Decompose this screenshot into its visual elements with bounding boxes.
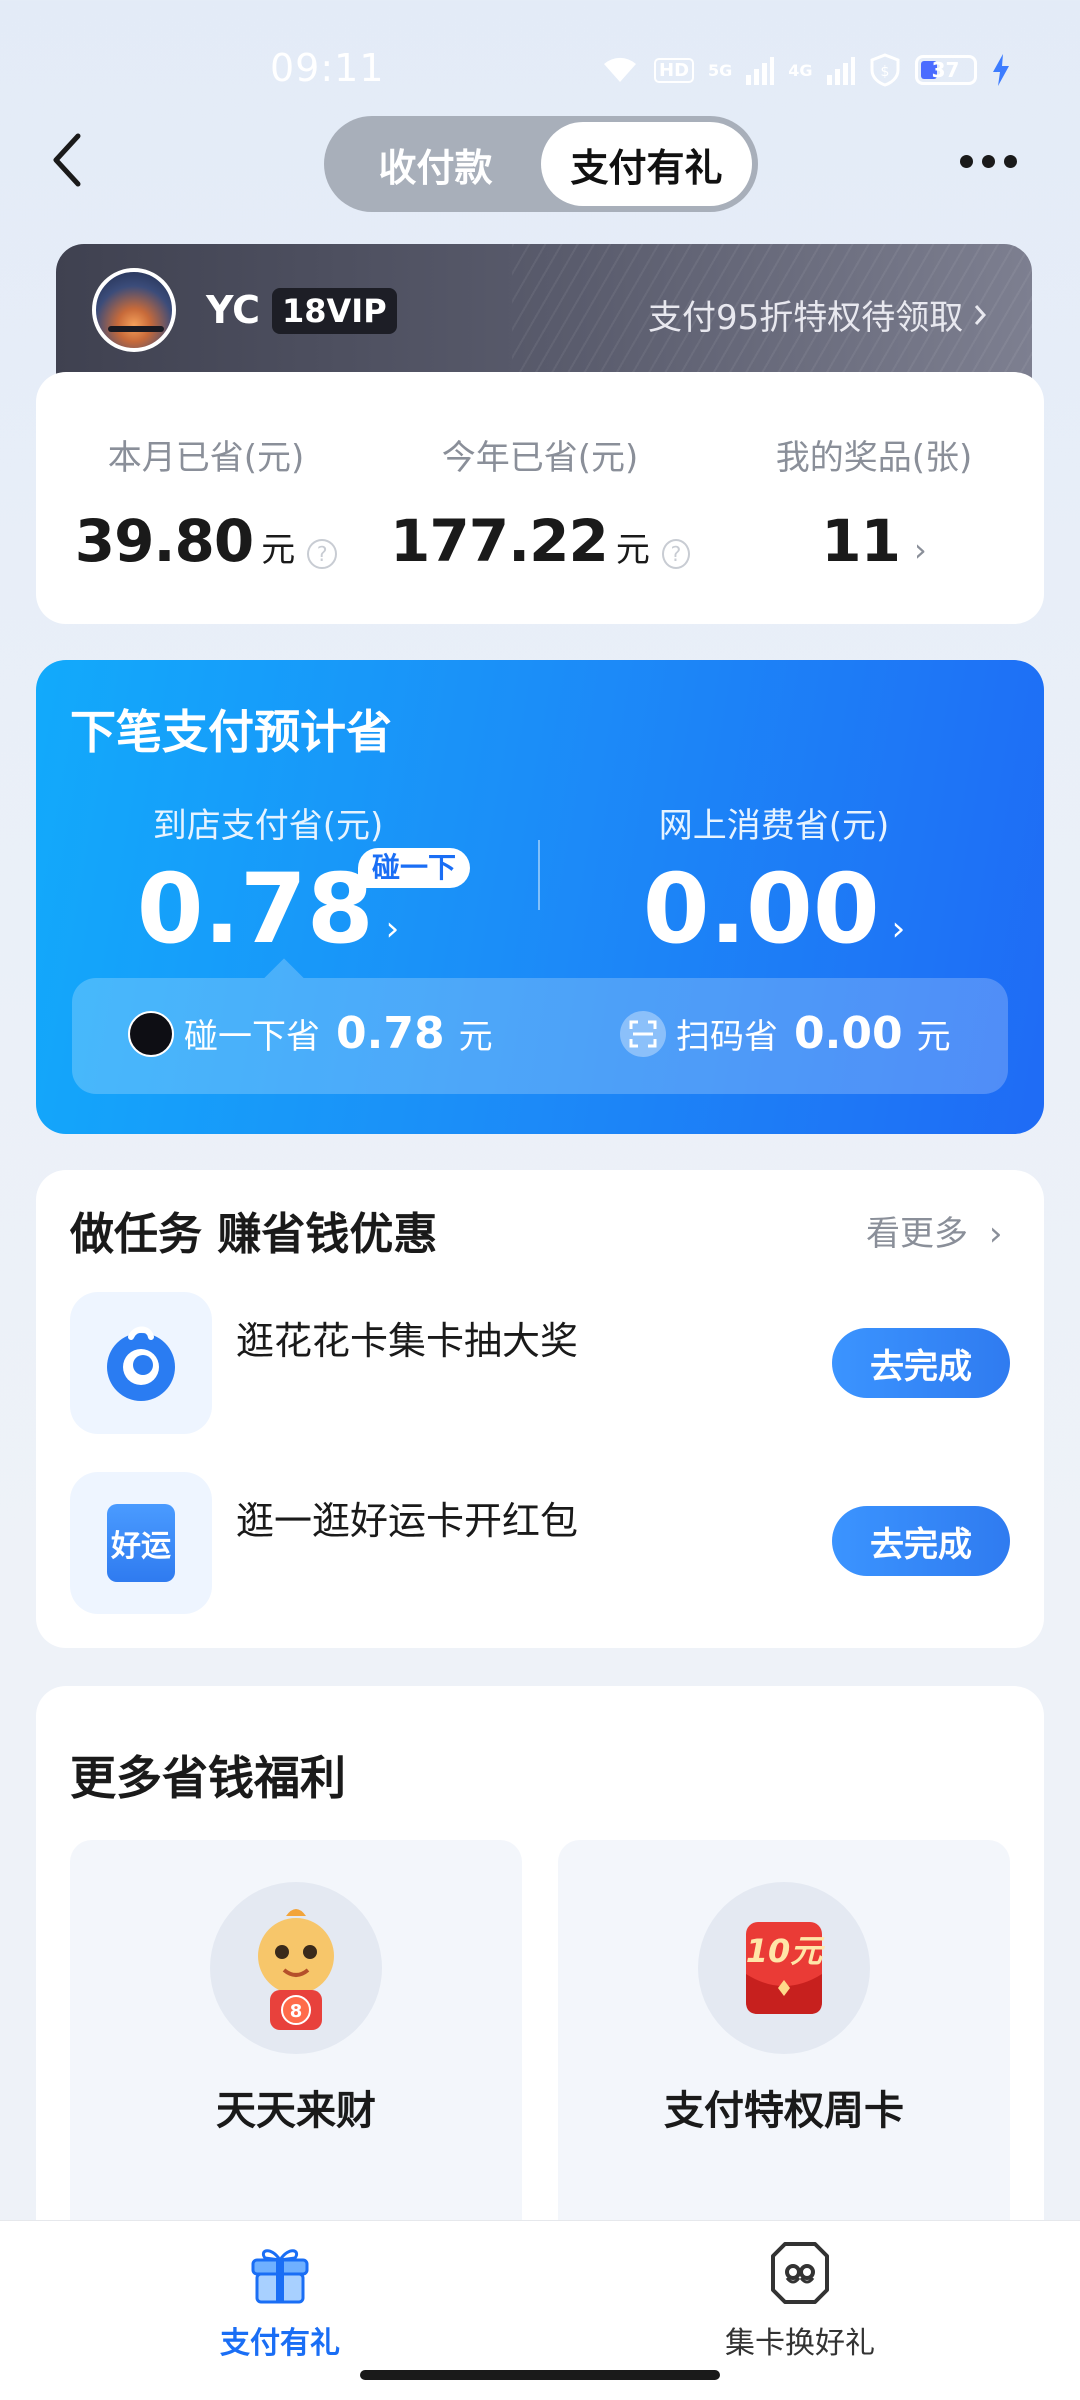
dot-icon (982, 154, 995, 168)
vip-promo-text: 支付95折特权待领取 (648, 298, 964, 338)
battery-level: 37 (931, 58, 960, 82)
tasks-title: 做任务 赚省钱优惠 (70, 1209, 438, 1260)
vip-promo-link[interactable]: 支付95折特权待领取 (648, 290, 987, 339)
tab-collect-cards[interactable]: 集卡换好礼 (650, 2238, 950, 2362)
task-name: 逛花花卡集卡抽大奖 (236, 1319, 579, 1363)
benefit-label: 天天来财 (216, 2088, 376, 2134)
home-indicator[interactable] (360, 2370, 720, 2380)
stat-value: 177.22 (390, 507, 609, 575)
stat-unit: 元 (261, 530, 296, 570)
chevron-right-icon: › (913, 531, 927, 569)
stat-my-prizes[interactable]: 我的奖品(张) 11 › (724, 430, 1024, 575)
more-options-button[interactable] (960, 146, 1024, 176)
stat-label: 今年已省(元) (441, 438, 639, 478)
chevron-right-icon: › (988, 1214, 1003, 1254)
user-name: YC (206, 288, 261, 332)
signal-4g-icon: 4G (788, 60, 813, 80)
stat-unit: 元 (615, 530, 650, 570)
signal-5g-icon: 5G (708, 60, 733, 80)
online-pay-label: 网上消费省(元) (658, 806, 890, 846)
huahua-card-icon (70, 1292, 212, 1434)
tab-label: 支付有礼 (220, 2326, 340, 2361)
benefit-label: 支付特权周卡 (664, 2088, 904, 2134)
back-arrow-icon (53, 133, 81, 187)
online-pay-value: 0.00 (642, 853, 880, 965)
svg-text:$: $ (880, 64, 889, 80)
tab-label: 集卡换好礼 (725, 2326, 875, 2361)
help-icon[interactable]: ? (661, 539, 690, 569)
nfc-tap-icon (128, 1010, 174, 1057)
vip-level-badge: 18VIP (272, 288, 397, 334)
wifi-icon (604, 57, 636, 82)
stat-value: 11 (821, 507, 901, 575)
card-exchange-icon (771, 2242, 829, 2304)
battery-icon: 37 (914, 55, 977, 85)
store-pay-value: 0.78 (136, 853, 374, 965)
fortune-mascot-icon: 8 (210, 1882, 382, 2054)
charging-icon (992, 54, 1009, 86)
fortune-badge: 8 (290, 2001, 303, 2022)
dot-icon (960, 154, 973, 168)
task-complete-button[interactable]: 去完成 (832, 1328, 1010, 1398)
task-name: 逛一逛好运卡开红包 (236, 1499, 579, 1543)
help-icon[interactable]: ? (307, 539, 338, 569)
view-more-label: 看更多 (866, 1214, 968, 1254)
avatar[interactable] (92, 268, 176, 352)
stat-label: 本月已省(元) (107, 438, 305, 478)
tab-receive-pay[interactable]: 收付款 (330, 122, 541, 206)
scan-savings-unit: 元 (916, 1017, 951, 1057)
scan-savings: 扫码省 0.00 元 (620, 1008, 951, 1059)
stat-value: 39.80 (74, 507, 254, 575)
shield-icon: $ (870, 53, 900, 87)
status-time: 09:11 (270, 46, 385, 90)
tap-savings-value: 0.78 (336, 1008, 445, 1059)
signal-bars-icon (746, 57, 775, 85)
stat-month-saved: 本月已省(元) 39.80 元 ? (56, 430, 356, 575)
benefits-title: 更多省钱福利 (70, 1751, 346, 1805)
dot-icon (1004, 154, 1017, 168)
scan-savings-label: 扫码省 (676, 1017, 778, 1057)
divider (538, 840, 540, 910)
online-pay-savings[interactable]: 网上消费省(元) 0.00 › (574, 798, 974, 957)
chevron-right-icon: › (891, 909, 906, 949)
tap-savings-label: 碰一下省 (184, 1017, 320, 1057)
tap-savings-unit: 元 (458, 1017, 493, 1057)
weekly-card-badge: 10元 (746, 1932, 826, 1970)
lucky-card-icon: 好运 (70, 1472, 212, 1614)
hd-icon: HD (654, 57, 695, 83)
scan-icon (620, 1010, 666, 1057)
chevron-right-icon: › (385, 909, 400, 949)
lucky-card-icon-text: 好运 (107, 1504, 175, 1582)
next-payment-title: 下笔支付预计省 (70, 705, 392, 759)
stat-year-saved: 今年已省(元) 177.22 元 ? (390, 430, 690, 575)
signal-bars-icon (826, 57, 855, 85)
weekly-card-icon: 10元 (698, 1882, 870, 2054)
tab-pay-rewards[interactable]: 支付有礼 (541, 122, 752, 206)
store-pay-label: 到店支付省(元) (152, 806, 384, 846)
task-complete-button[interactable]: 去完成 (832, 1506, 1010, 1576)
stat-label: 我的奖品(张) (775, 438, 973, 478)
view-more-link[interactable]: 看更多 › (866, 1206, 1002, 1255)
back-button[interactable] (48, 130, 98, 190)
tap-savings: 碰一下省 0.78 元 (128, 1008, 493, 1059)
scan-savings-value: 0.00 (794, 1008, 903, 1059)
gift-icon (251, 2249, 309, 2304)
tap-to-pay-tag: 碰一下 (358, 848, 471, 888)
segmented-control: 收付款 支付有礼 (324, 116, 758, 212)
chevron-right-icon (975, 304, 987, 325)
status-icons: HD 5G 4G $ 37 (600, 50, 1011, 90)
tab-pay-rewards-bottom[interactable]: 支付有礼 (130, 2238, 430, 2362)
